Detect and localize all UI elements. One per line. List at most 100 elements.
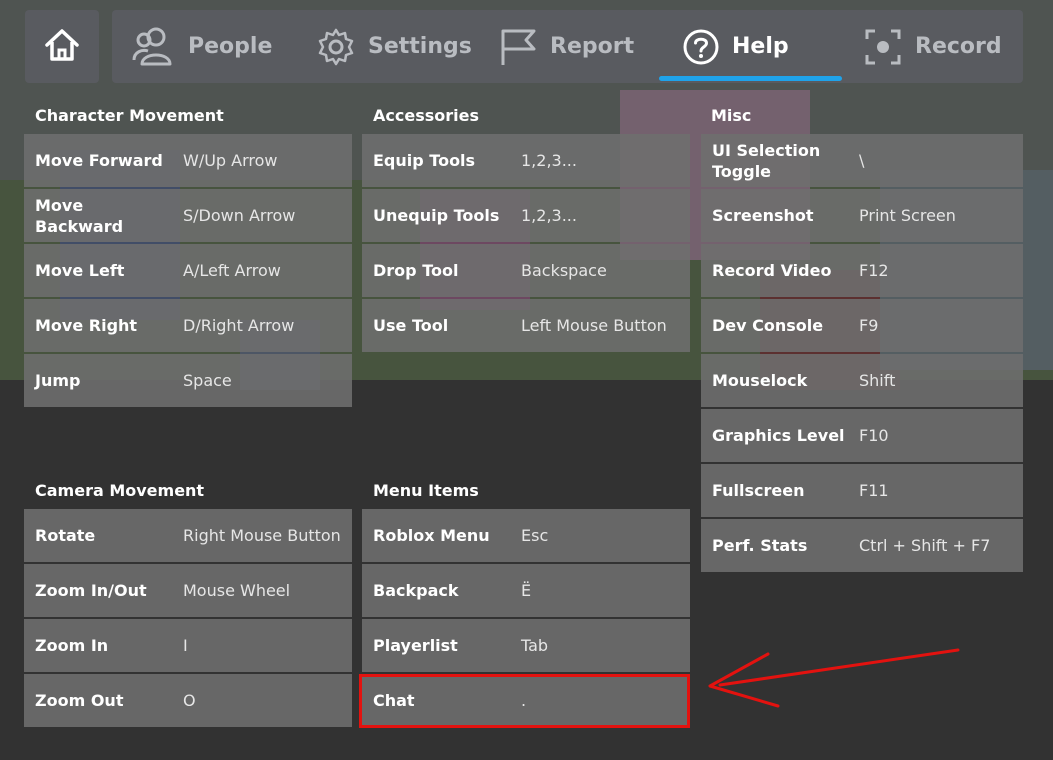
keybind-row: Mouselock Shift	[701, 354, 1023, 407]
keybind-action: Rotate	[35, 526, 96, 545]
keybind-action: Backpack	[373, 581, 459, 600]
menu-tab-bar: People Settings Report Help Record	[112, 10, 1023, 83]
keybind-action: UI Selection Toggle	[712, 140, 821, 181]
keybind-key: A/Left Arrow	[183, 261, 281, 280]
keybind-row: Perf. Stats Ctrl + Shift + F7	[701, 519, 1023, 572]
keybind-action: Screenshot	[712, 206, 814, 225]
keybind-row: Fullscreen F11	[701, 464, 1023, 517]
keybind-action: Zoom In/Out	[35, 581, 147, 600]
keybind-key: Mouse Wheel	[183, 581, 291, 600]
keybind-row: Drop Tool Backspace	[362, 244, 690, 297]
keybind-row: Dev Console F9	[701, 299, 1023, 352]
home-button[interactable]	[25, 10, 99, 83]
keybind-action: Perf. Stats	[712, 536, 808, 555]
keybind-action: Dev Console	[712, 316, 824, 335]
keybind-action: Move Right	[35, 316, 138, 335]
keybind-action: Equip Tools	[373, 151, 476, 170]
keybind-action: Zoom Out	[35, 691, 124, 710]
keybind-key: F9	[859, 316, 879, 335]
keybind-action: Mouselock	[712, 371, 808, 390]
keybind-row: Move Right D/Right Arrow	[24, 299, 352, 352]
keybind-row: Record Video F12	[701, 244, 1023, 297]
tab-settings[interactable]: Settings	[316, 10, 472, 83]
keybind-action: Move Backward	[35, 195, 124, 236]
keybind-key: Ё	[521, 581, 532, 600]
keybind-row: Zoom In/Out Mouse Wheel	[24, 564, 352, 617]
home-icon	[42, 25, 82, 69]
keybind-action: Graphics Level	[712, 426, 845, 445]
keybind-key: Backspace	[521, 261, 607, 280]
keybind-row: Graphics Level F10	[701, 409, 1023, 462]
tab-record[interactable]: Record	[863, 10, 1002, 83]
keybind-action: Drop Tool	[373, 261, 459, 280]
tab-label: Report	[550, 34, 635, 59]
red-arrow-icon	[708, 648, 960, 708]
keybind-key: Shift	[859, 371, 896, 390]
keybind-row: Roblox Menu Esc	[362, 509, 690, 562]
tab-people[interactable]: People	[130, 10, 272, 83]
keybind-row: Unequip Tools 1,2,3...	[362, 189, 690, 242]
keybind-action: Jump	[35, 371, 81, 390]
keybind-key: Left Mouse Button	[521, 316, 667, 335]
keybind-key: I	[183, 636, 188, 655]
flag-icon	[498, 27, 538, 67]
highlight-box	[359, 674, 690, 728]
keybind-action: Record Video	[712, 261, 832, 280]
keybind-row: Equip Tools 1,2,3...	[362, 134, 690, 187]
section-title-misc: Misc	[711, 106, 752, 125]
keybind-key: F12	[859, 261, 889, 280]
keybind-key: S/Down Arrow	[183, 206, 296, 225]
record-icon	[863, 27, 903, 67]
keybind-row: Use Tool Left Mouse Button	[362, 299, 690, 352]
keybind-action: Zoom In	[35, 636, 109, 655]
keybind-key: Print Screen	[859, 206, 956, 225]
keybind-row: Move Left A/Left Arrow	[24, 244, 352, 297]
people-icon	[130, 24, 176, 70]
tab-label: Record	[915, 34, 1002, 59]
keybind-row: Playerlist Tab	[362, 619, 690, 672]
keybind-row: Screenshot Print Screen	[701, 189, 1023, 242]
keybind-key: W/Up Arrow	[183, 151, 278, 170]
keybind-action: Fullscreen	[712, 481, 805, 500]
tab-label: Help	[732, 34, 789, 59]
active-tab-indicator	[659, 76, 842, 81]
keybind-action: Roblox Menu	[373, 526, 490, 545]
keybind-key: Esc	[521, 526, 549, 545]
camera-movement-list: Rotate Right Mouse Button Zoom In/Out Mous…	[24, 509, 352, 727]
section-title-accessories: Accessories	[373, 106, 479, 125]
keybind-row: Jump Space	[24, 354, 352, 407]
keybind-key: F11	[859, 481, 889, 500]
section-title-camera-movement: Camera Movement	[35, 481, 205, 500]
keybind-row: Zoom In I	[24, 619, 352, 672]
section-title-character-movement: Character Movement	[35, 106, 224, 125]
keybind-key: 1,2,3...	[521, 151, 577, 170]
keybind-row: Move Backward S/Down Arrow	[24, 189, 352, 242]
keybind-key: O	[183, 691, 196, 710]
accessories-list: Equip Tools 1,2,3... Unequip Tools 1,2,3..…	[362, 134, 690, 352]
keybind-row: Rotate Right Mouse Button	[24, 509, 352, 562]
keybind-key: F10	[859, 426, 889, 445]
keybind-action: Unequip Tools	[373, 206, 500, 225]
question-icon	[682, 28, 720, 66]
character-movement-list: Move Forward W/Up Arrow Move Backward S/Do…	[24, 134, 352, 407]
keybind-action: Move Forward	[35, 151, 163, 170]
keybind-action: Use Tool	[373, 316, 449, 335]
keybind-row: Zoom Out O	[24, 674, 352, 727]
keybind-key: 1,2,3...	[521, 206, 577, 225]
keybind-key: \	[859, 151, 865, 170]
section-title-menu-items: Menu Items	[373, 481, 479, 500]
gear-icon	[316, 27, 356, 67]
keybind-action: Move Left	[35, 261, 125, 280]
keybind-key: Ctrl + Shift + F7	[859, 536, 991, 555]
misc-list: UI Selection Toggle \ Screenshot Print Scr…	[701, 134, 1023, 572]
tab-help[interactable]: Help	[682, 10, 789, 83]
keybind-row: Move Forward W/Up Arrow	[24, 134, 352, 187]
keybind-key: D/Right Arrow	[183, 316, 295, 335]
keybind-action: Playerlist	[373, 636, 458, 655]
tab-report[interactable]: Report	[498, 10, 634, 83]
keybind-key: Right Mouse Button	[183, 526, 341, 545]
keybind-key: Space	[183, 371, 232, 390]
keybind-row: UI Selection Toggle \	[701, 134, 1023, 187]
keybind-row: Backpack Ё	[362, 564, 690, 617]
keybind-key: Tab	[521, 636, 549, 655]
